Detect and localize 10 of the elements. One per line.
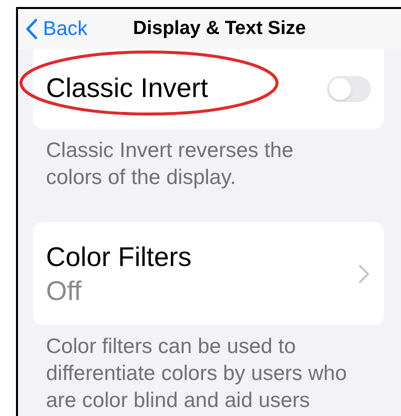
toggle-switch[interactable] [327,76,371,102]
setting-label: Classic Invert [46,72,208,106]
back-chevron-icon [26,19,37,39]
screen-title: Display & Text Size [133,16,306,41]
setting-value: Off [46,274,83,308]
section-footer: Classic Invert reverses the colors of the display. [33,129,351,191]
chevron-icon [359,264,369,282]
setting-label: Color Filters [46,240,192,274]
back-button[interactable]: Back [18,14,88,44]
section-footer: Color filters can be used to differentiate colors by users who are color blind and aid users [33,325,351,414]
